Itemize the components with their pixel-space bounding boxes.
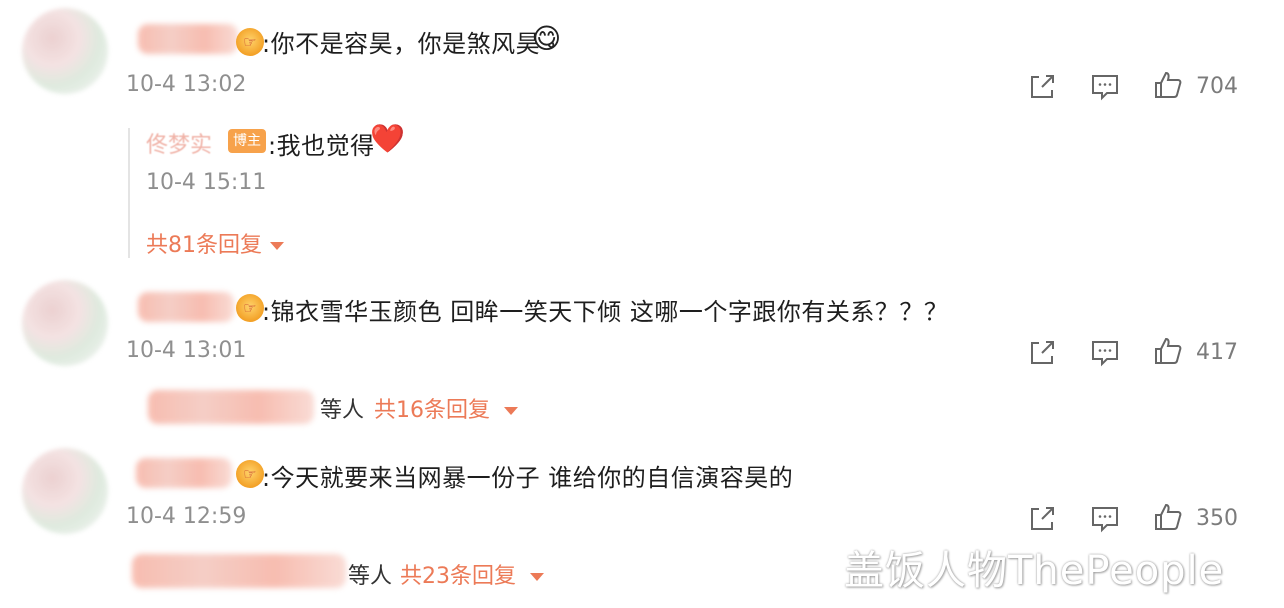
more-replies-link[interactable]: 共23条回复 [400, 558, 544, 590]
reply-user-name[interactable]: 佟梦实 [146, 127, 212, 159]
replier-names[interactable] [132, 554, 346, 588]
avatar[interactable] [22, 448, 108, 534]
share-icon[interactable] [1027, 338, 1057, 368]
avatar[interactable] [22, 280, 108, 366]
user-name[interactable] [138, 292, 234, 322]
share-icon[interactable] [1027, 72, 1057, 102]
comment-icon[interactable] [1090, 72, 1120, 102]
timestamp: 10-4 12:59 [126, 504, 247, 529]
heart-emoji-icon: ❤️ [370, 122, 405, 155]
comment-icon[interactable] [1090, 338, 1120, 368]
replies-etc: 等人 [348, 564, 393, 589]
crown-icon: ☞ [236, 28, 264, 56]
like-count: 350 [1196, 506, 1238, 531]
more-replies-label: 共81条回复 [146, 233, 262, 258]
smile-emoji-icon: 😋 [532, 22, 562, 55]
crown-icon: ☞ [236, 460, 264, 488]
reply-timestamp: 10-4 15:11 [146, 170, 267, 195]
comment-text: :你不是容昊，你是煞风昊 [262, 30, 541, 58]
replier-names[interactable] [148, 390, 314, 424]
avatar[interactable] [22, 8, 108, 94]
timestamp: 10-4 13:02 [126, 72, 247, 97]
caret-down-icon [504, 407, 518, 415]
comment-icon[interactable] [1090, 504, 1120, 534]
author-badge: 博主 [228, 129, 266, 153]
comment-text: :今天就要来当网暴一份子 谁给你的自信演容昊的 [262, 464, 794, 492]
more-replies-label: 共16条回复 [374, 398, 490, 423]
watermark: 盖饭人物ThePeople [844, 548, 1225, 594]
share-icon[interactable] [1027, 504, 1057, 534]
crown-icon: ☞ [236, 294, 264, 322]
caret-down-icon [530, 573, 544, 581]
more-replies-link[interactable]: 共16条回复 [374, 392, 518, 424]
replies-etc: 等人 [320, 398, 365, 423]
user-name[interactable] [136, 458, 232, 488]
reply-text: :我也觉得 [268, 132, 375, 160]
thumbs-up-icon[interactable] [1153, 70, 1183, 100]
more-replies-label: 共23条回复 [400, 564, 516, 589]
user-name[interactable] [138, 24, 238, 54]
like-count: 417 [1196, 340, 1238, 365]
thumbs-up-icon[interactable] [1153, 336, 1183, 366]
thumbs-up-icon[interactable] [1153, 502, 1183, 532]
caret-down-icon [270, 242, 284, 250]
more-replies-link[interactable]: 共81条回复 [146, 227, 284, 259]
comment-text: :锦衣雪华玉颜色 回眸一笑天下倾 这哪一个字跟你有关系？？？ [262, 298, 949, 326]
like-count: 704 [1196, 74, 1238, 99]
timestamp: 10-4 13:01 [126, 338, 247, 363]
reply-divider [128, 128, 130, 258]
